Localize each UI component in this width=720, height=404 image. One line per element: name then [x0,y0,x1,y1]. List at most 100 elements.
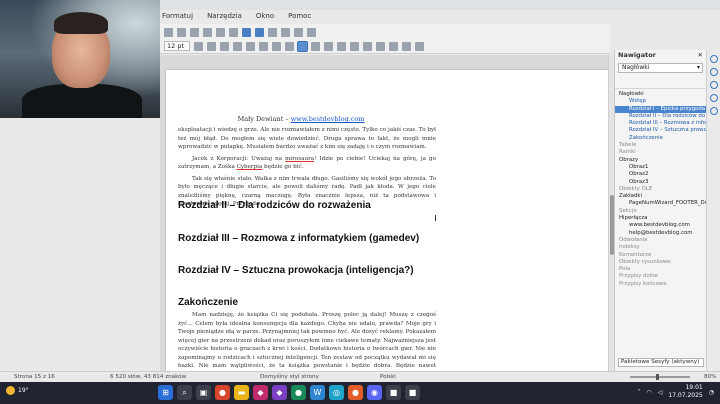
navigator-category[interactable]: Indeksy [615,244,706,251]
navigator-category[interactable]: Hiperłącza [615,215,706,222]
insert-chart-icon[interactable] [268,27,277,37]
redo-icon[interactable] [190,27,199,37]
app-icon[interactable]: ◎ [329,385,344,400]
menu-tools[interactable]: Narzędzia [207,10,242,22]
menu-help[interactable]: Pomoc [288,10,311,22]
insert-comment-icon[interactable] [307,27,316,37]
file-explorer-icon[interactable]: ▬ [234,385,249,400]
align-right-icon[interactable] [324,41,333,51]
navigator-item[interactable]: Rozdział II – Dla rodziców do [615,113,706,120]
navigator-category[interactable]: Nagłówki [615,91,706,98]
document-page[interactable]: Mały Dewiant – www.bestdevblog.com ekspl… [166,70,608,371]
numbering-icon[interactable] [363,41,372,51]
windows-start-icon[interactable]: ⊞ [158,385,173,400]
navigator-category[interactable]: Przypisy dolne [615,273,706,280]
justify-icon[interactable] [337,41,346,51]
underline-icon[interactable] [220,41,229,51]
chevron-up-icon[interactable]: ˄ [638,389,641,396]
navigator-category[interactable]: Obiekty rysunkowe [615,259,706,266]
gallery-icon[interactable] [709,94,718,102]
libreoffice-writer-icon[interactable]: W [310,385,325,400]
search-icon[interactable]: ⌕ [177,385,192,400]
styles-icon[interactable] [709,81,718,89]
navigator-item[interactable]: Rozdział IV – Sztuczna prowo [615,127,706,134]
navigator-icon[interactable] [709,107,718,115]
navigator-category[interactable]: Ramki [615,149,706,156]
page-count[interactable]: Strona 15 z 16 [14,372,55,382]
align-left-icon[interactable] [297,40,308,52]
paragraph-icon[interactable] [415,41,424,51]
document-select[interactable]: Pakietowe Sesyfy (aktywny) [618,358,704,367]
insert-table-icon[interactable] [242,27,251,37]
navigator-category[interactable]: Sekcje [615,208,706,215]
zoom-level[interactable]: 80% [704,372,716,382]
page-icon[interactable] [709,68,718,76]
navigator-category[interactable]: Obiekty OLE [615,186,706,193]
app-icon[interactable]: ● [348,385,363,400]
formatting-marks-icon[interactable] [229,27,238,37]
navigator-item[interactable]: help@bestdevblog.com [615,230,706,237]
navigator-item[interactable]: PageNumWizard_FOOTER_Do [615,200,706,207]
indent-icon[interactable] [376,41,385,51]
app-icon[interactable]: ◉ [367,385,382,400]
superscript-icon[interactable] [246,41,255,51]
menu-format[interactable]: Formatuj [162,10,193,22]
navigator-category[interactable]: Obrazy [615,157,706,164]
navigator-item[interactable]: Obraz3 [615,179,706,186]
highlight-icon[interactable] [285,41,294,51]
insert-special-char-icon[interactable] [281,27,290,37]
bullets-icon[interactable] [350,41,359,51]
task-view-icon[interactable]: ▣ [196,385,211,400]
navigator-category[interactable]: Odwołania [615,237,706,244]
app-icon[interactable]: ■ [386,385,401,400]
word-count[interactable]: 6 520 słów, 43 814 znaków [110,372,186,382]
subscript-icon[interactable] [259,41,268,51]
strikethrough-icon[interactable] [233,41,242,51]
insert-image-icon[interactable] [255,27,264,37]
navigator-item[interactable]: Rozdział III – Rozmowa z info [615,120,706,127]
navigator-category[interactable]: Tabele [615,142,706,149]
font-color-icon[interactable] [272,41,281,51]
navigator-category[interactable]: Pola [615,266,706,273]
font-size-select[interactable]: 12 pt [164,41,190,51]
menu-window[interactable]: Okno [256,10,274,22]
navigator-category[interactable]: Zakładki [615,193,706,200]
line-spacing-icon[interactable] [402,41,411,51]
speaker-icon[interactable]: ◁ [658,389,663,396]
navigator-item[interactable]: Zakończenie [615,135,706,142]
navigator-item[interactable]: Wstęp [615,98,706,105]
sun-icon [6,386,15,395]
navigator-item[interactable]: Obraz1 [615,164,706,171]
navigator-item[interactable]: Obraz2 [615,171,706,178]
save-icon[interactable] [164,27,173,37]
app-icon[interactable]: ■ [405,385,420,400]
language[interactable]: Polski [380,372,396,382]
header-link[interactable]: www.bestdevblog.com [291,115,365,123]
app-icon[interactable]: ◆ [253,385,268,400]
undo-icon[interactable] [177,27,186,37]
bold-icon[interactable] [194,41,203,51]
spellcheck-icon[interactable] [216,27,225,37]
clock[interactable]: 19:01 17.07.2025 [668,384,702,400]
align-center-icon[interactable] [311,41,320,51]
find-icon[interactable] [203,27,212,37]
app-icon[interactable]: ● [291,385,306,400]
zoom-slider[interactable] [630,376,690,378]
app-icon[interactable]: ● [215,385,230,400]
notification-bell-icon[interactable]: ◔ [709,389,714,396]
app-icon[interactable]: ◆ [272,385,287,400]
navigator-category-select[interactable]: Nagłówki ▾ [618,63,703,73]
zoom-slider-knob[interactable] [656,374,659,380]
navigator-item[interactable]: www.bestdevblog.com [615,222,706,229]
navigator-item[interactable]: Rozdział I – Epicka przygoda [615,105,706,113]
page-style[interactable]: Domyślny styl strony [260,372,319,382]
insert-link-icon[interactable] [294,27,303,37]
navigator-category[interactable]: Przypisy końcowe [615,281,706,288]
wifi-icon[interactable]: ◠ [647,389,652,396]
navigator-category[interactable]: Komentarze [615,252,706,259]
italic-icon[interactable] [207,41,216,51]
outdent-icon[interactable] [389,41,398,51]
properties-icon[interactable] [709,55,718,63]
close-icon[interactable]: ✕ [698,50,703,61]
weather-widget[interactable]: 19° [6,386,29,395]
